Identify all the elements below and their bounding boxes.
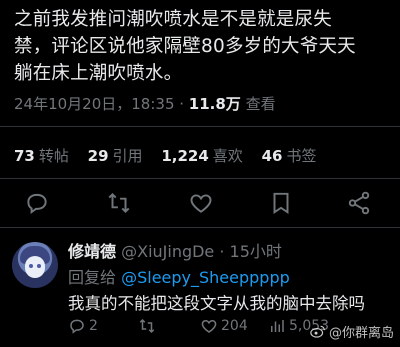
share-button[interactable] [346,190,374,218]
share-icon [348,191,370,215]
reply-to-prefix: 回复给 [68,268,122,287]
views-label: 查看 [240,95,276,113]
reply-to-line: 回复给 @Sleepy_Sheeppppp [68,264,290,288]
weibo-logo-icon [310,325,325,338]
reply-header: 修靖德 @XiuJingDe · 15小时 [68,238,282,262]
like-button[interactable] [188,190,216,218]
reply-reply-button[interactable]: 2 [68,317,98,335]
reply-text: 我真的不能把这段文字从我的脑中去除吗 [68,294,365,313]
avatar-face [25,256,45,278]
reply-retweet-button[interactable] [138,317,156,335]
tweet-line-3: 躺在床上潮吹喷水。 [14,63,183,84]
reply-icon [27,193,47,215]
tweet-meta: 24年10月20日，18:35 · 11.8万 查看 [14,93,276,114]
views-count: 11.8万 [188,95,241,113]
views-chart-icon [271,320,284,332]
watermark-text: @你群离岛 [328,326,394,341]
bookmarks-label: 书签 [286,147,317,165]
quotes-label: 引用 [112,147,143,165]
avatar-eye [37,264,41,268]
reply-icon [70,319,84,334]
quotes-stat[interactable]: 29 引用 [88,147,143,165]
tweet-text: 之前我发推问潮吹喷水是不是就是尿失 禁，评论区说他家隔壁80多岁的大爷天天 躺在… [14,6,394,87]
bookmarks-stat[interactable]: 46 书签 [262,147,317,165]
bookmark-button[interactable] [268,190,296,218]
weibo-watermark: @你群离岛 [310,322,394,341]
bookmark-icon [273,192,289,215]
heart-icon [201,319,217,333]
reply-like-button[interactable]: 204 [200,317,248,335]
divider [0,178,400,179]
divider [0,126,400,127]
retweet-icon [108,192,130,214]
tweet-line-1: 之前我发推问潮吹喷水是不是就是尿失 [14,9,332,30]
reply-button[interactable] [24,190,52,218]
retweets-label: 转帖 [38,147,69,165]
likes-label: 喜欢 [212,147,243,165]
divider [0,227,400,228]
retweets-stat[interactable]: 73 转帖 [14,147,69,165]
tweet-stats: 73 转帖 29 引用 1,224 喜欢 46 书签 [14,145,330,166]
reply-likes-count: 204 [221,318,248,334]
avatar-eye [29,264,33,268]
tweet-timestamp[interactable]: 24年10月20日，18:35 · [14,95,189,113]
reply-to-mention[interactable]: @Sleepy_Sheeppppp [121,268,290,287]
retweets-count: 73 [14,147,35,165]
retweet-icon [139,318,155,334]
quotes-count: 29 [87,147,109,165]
likes-count: 1,224 [161,147,209,165]
tweet-actions [0,190,400,220]
avatar[interactable] [12,242,58,288]
reply-replies-count: 2 [89,318,98,334]
tweet-line-2: 禁，评论区说他家隔壁80多岁的大爷天天 [14,36,356,57]
heart-icon [190,194,212,213]
retweet-button[interactable] [106,190,134,218]
bookmarks-count: 46 [261,147,283,165]
reply-author-handle[interactable]: @XiuJingDe · 15小时 [116,242,282,261]
likes-stat[interactable]: 1,224 喜欢 [161,147,242,165]
reply-author-name[interactable]: 修靖德 [68,242,116,261]
